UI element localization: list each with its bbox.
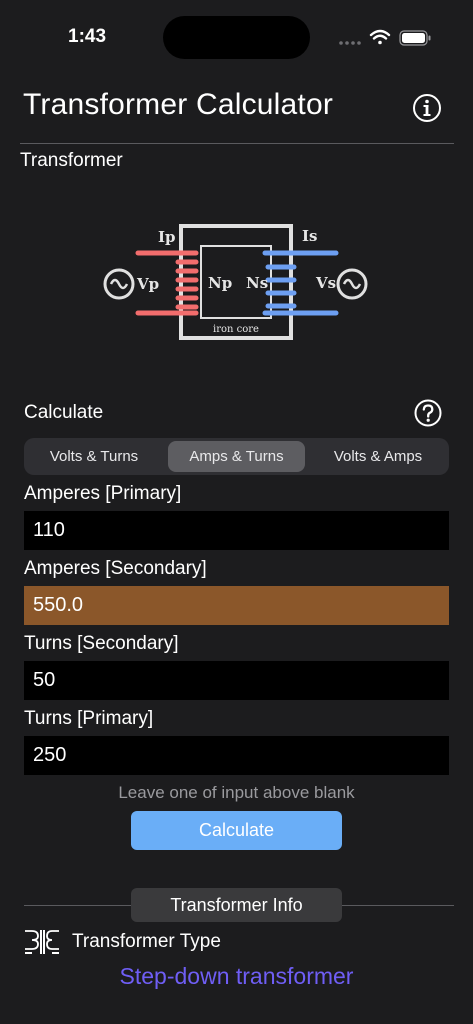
field-label-amperes-primary: Amperes [Primary] [24,483,182,504]
label-core: iron core [213,324,259,335]
page-title: Transformer Calculator [23,88,334,121]
status-time: 1:43 [68,26,107,47]
help-icon[interactable] [414,399,442,427]
segment-volts-amps[interactable]: Volts & Amps [308,438,448,475]
transformer-symbol-icon [25,930,59,954]
label-vp: Vp [136,275,159,293]
wifi-icon [369,29,391,45]
header-divider [20,143,454,144]
ac-source-primary-icon [103,268,135,300]
turns-secondary-input[interactable]: 50 [24,661,449,700]
label-ns: Ns [246,274,268,292]
info-icon[interactable] [412,93,442,123]
battery-icon [399,30,431,46]
turns-primary-input[interactable]: 250 [24,736,449,775]
transformer-type-value: Step-down transformer [119,963,354,989]
dynamic-island [163,16,310,59]
ac-source-secondary-icon [336,268,368,300]
input-hint: Leave one of input above blank [118,783,355,802]
mode-segmented-control: Volts & Turns Amps & Turns Volts & Amps [24,438,449,475]
field-label-amperes-secondary: Amperes [Secondary] [24,558,207,579]
label-is: Is [302,227,317,245]
status-icons [339,29,431,46]
field-label-turns-secondary: Turns [Secondary] [24,633,179,654]
field-label-turns-primary: Turns [Primary] [24,708,154,729]
amperes-primary-input[interactable]: 110 [24,511,449,550]
label-ip: Ip [158,228,176,246]
cellular-signal-icon [339,41,361,45]
transformer-diagram: Ip Is Vp Vs Np Ns iron core [103,224,368,340]
amperes-secondary-input[interactable]: 550.0 [24,586,449,625]
label-vs: Vs [315,274,336,292]
transformer-type-label: Transformer Type [72,931,221,952]
calculate-section-label: Calculate [24,402,104,423]
calculate-button[interactable]: Calculate [131,811,342,850]
transformer-info-badge: Transformer Info [131,888,342,922]
transformer-section-label: Transformer [20,150,123,171]
segment-volts-turns[interactable]: Volts & Turns [24,438,164,475]
label-np: Np [208,274,232,292]
segment-amps-turns[interactable]: Amps & Turns [168,441,305,472]
